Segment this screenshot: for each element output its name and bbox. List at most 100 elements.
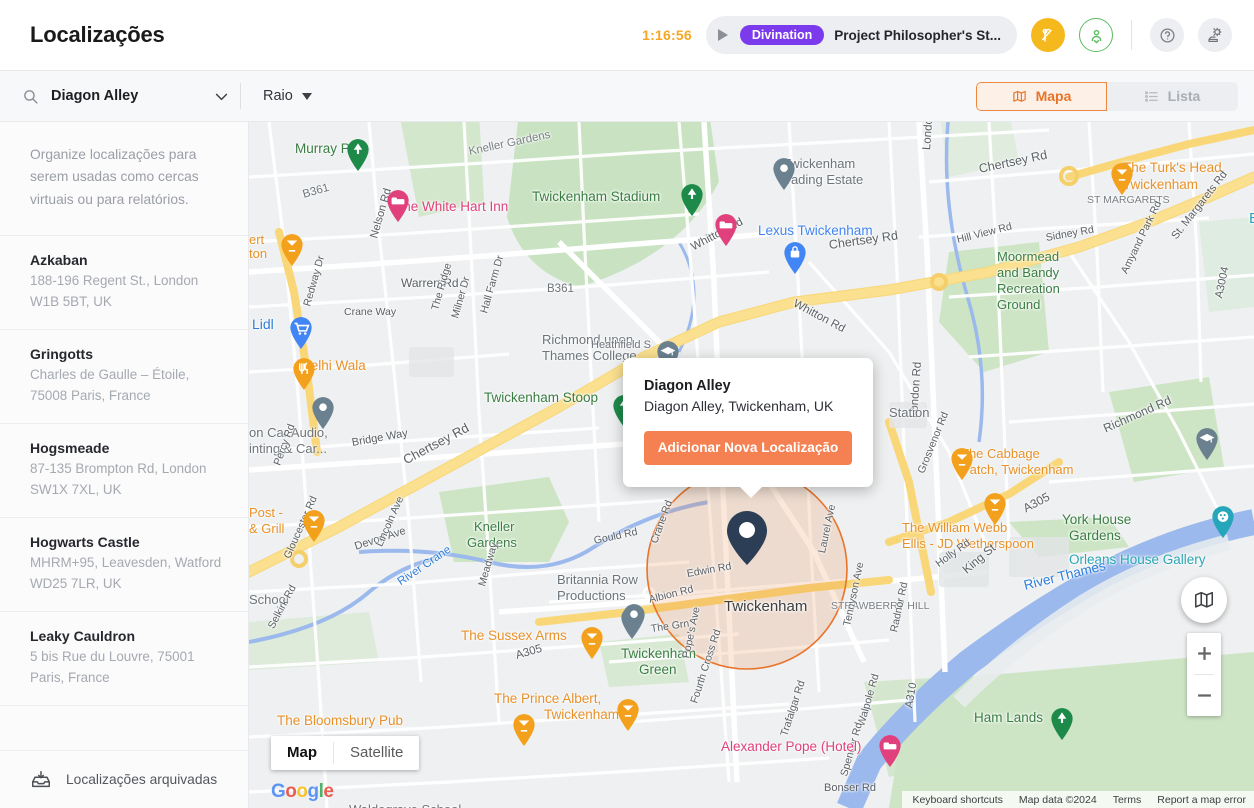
map-marker[interactable] — [1210, 505, 1236, 539]
zoom-out-button[interactable] — [1187, 675, 1221, 716]
map-pin-icon — [279, 233, 305, 267]
report-map-error-link[interactable]: Report a map error — [1157, 794, 1246, 806]
map-marker[interactable] — [877, 734, 903, 768]
keyboard-shortcuts-link[interactable]: Keyboard shortcuts — [912, 794, 1002, 806]
location-name: Hogsmeade — [30, 440, 228, 456]
page-title: Localizações — [30, 22, 165, 48]
radius-dropdown[interactable]: Raio — [263, 88, 312, 104]
zoom-in-button[interactable] — [1187, 633, 1221, 674]
sidebar-intro: Organize localizações para serem usadas … — [0, 122, 248, 236]
list-item[interactable]: Azkaban 188-196 Regent St., London W1B 5… — [0, 236, 248, 330]
location-name: Hogwarts Castle — [30, 534, 228, 550]
list-item[interactable]: Leaky Cauldron 5 bis Rue du Louvre, 7500… — [0, 612, 248, 706]
task-name-label: Project Philosopher's St... — [834, 28, 1001, 43]
search-value: Diagon Alley — [51, 88, 138, 104]
terms-link[interactable]: Terms — [1113, 794, 1142, 806]
map-pin-icon — [679, 183, 705, 217]
map-marker[interactable] — [511, 713, 537, 747]
map-pin-icon — [301, 509, 327, 543]
location-name: Azkaban — [30, 252, 228, 268]
location-name: Leaky Cauldron — [30, 628, 228, 644]
settings-icon[interactable] — [1198, 18, 1232, 52]
location-address: 188-196 Regent St., London W1B 5BT, UK — [30, 271, 228, 312]
map-marker[interactable] — [771, 157, 797, 191]
map-pin-icon — [982, 492, 1008, 526]
session-timer: 1:16:56 — [642, 27, 692, 43]
map-pin-icon — [782, 241, 808, 275]
map-pin-icon — [615, 698, 641, 732]
active-task-pill[interactable]: Divination Project Philosopher's St... — [706, 16, 1017, 54]
map-data-label: Map data ©2024 — [1019, 794, 1097, 806]
locations-sidebar: Organize localizações para serem usadas … — [0, 122, 249, 808]
map-pin-icon — [1194, 427, 1220, 461]
tab-list-view[interactable]: Lista — [1107, 82, 1238, 111]
add-new-location-button[interactable]: Adicionar Nova Localização — [644, 431, 852, 465]
tab-map-label: Mapa — [1036, 88, 1072, 104]
map-marker[interactable] — [301, 509, 327, 543]
list-item[interactable]: Gringotts Charles de Gaulle – Étoile, 75… — [0, 330, 248, 424]
location-popup: Diagon Alley Diagon Alley, Twickenham, U… — [623, 358, 873, 487]
map-fold-button[interactable] — [1181, 577, 1227, 623]
map-marker[interactable] — [982, 492, 1008, 526]
map-marker[interactable] — [1194, 427, 1220, 461]
minus-icon — [1196, 687, 1213, 704]
location-name: Gringotts — [30, 346, 228, 362]
map-marker[interactable] — [621, 603, 647, 637]
archived-locations-button[interactable]: Localizações arquivadas — [0, 750, 248, 808]
zoom-controls — [1187, 633, 1221, 716]
map-marker[interactable] — [310, 396, 336, 430]
map-marker[interactable] — [713, 213, 739, 247]
search-input[interactable]: Diagon Alley — [22, 88, 230, 105]
map-pin-icon — [723, 509, 771, 567]
map-pin-icon — [511, 713, 537, 747]
map-marker[interactable] — [679, 183, 705, 217]
location-address: 5 bis Rue du Louvre, 75001 Paris, France — [30, 647, 228, 688]
map-pin-icon — [385, 189, 411, 223]
play-icon[interactable] — [718, 29, 728, 41]
list-icon — [1144, 89, 1159, 104]
archive-inbox-icon — [30, 769, 52, 791]
map-attribution: Keyboard shortcuts Map data ©2024 Terms … — [902, 791, 1254, 808]
app-root: Localizações 1:16:56 Divination Project … — [0, 0, 1254, 808]
selected-location-marker[interactable] — [723, 509, 771, 572]
map-fold-icon — [1012, 89, 1027, 104]
tab-list-label: Lista — [1168, 88, 1201, 104]
radius-label: Raio — [263, 88, 293, 104]
map-marker[interactable] — [291, 357, 317, 391]
map-marker[interactable] — [949, 447, 975, 481]
list-empty-space — [0, 706, 248, 750]
map-marker[interactable] — [579, 626, 605, 660]
popup-title: Diagon Alley — [644, 378, 852, 394]
tab-map-view[interactable]: Mapa — [976, 82, 1107, 111]
user-check-icon[interactable] — [1079, 18, 1113, 52]
main-body: Organize localizações para serem usadas … — [0, 122, 1254, 808]
list-item[interactable]: Hogsmeade 87-135 Brompton Rd, London SW1… — [0, 424, 248, 518]
list-item[interactable]: Hogwarts Castle MHRM+95, Leavesden, Watf… — [0, 518, 248, 612]
task-category-badge: Divination — [740, 25, 824, 46]
map-type-satellite-button[interactable]: Satellite — [334, 736, 419, 770]
location-address: MHRM+95, Leavesden, Watford WD25 7LR, UK — [30, 553, 228, 594]
map-pin-icon — [621, 603, 647, 637]
map-marker[interactable] — [345, 138, 371, 172]
map-marker[interactable] — [288, 316, 314, 350]
locations-list: Azkaban 188-196 Regent St., London W1B 5… — [0, 236, 248, 750]
popup-address: Diagon Alley, Twickenham, UK — [644, 398, 852, 414]
help-circle-icon[interactable] — [1150, 18, 1184, 52]
google-logo: Google — [271, 781, 333, 803]
map-marker[interactable] — [279, 233, 305, 267]
chevron-down-icon[interactable] — [213, 88, 230, 105]
map-canvas[interactable]: Murray ParkKneller GardensTwickenham Sta… — [249, 122, 1254, 808]
map-marker[interactable] — [1109, 162, 1135, 196]
map-type-map-button[interactable]: Map — [271, 736, 333, 770]
toolbar: Diagon Alley Raio Mapa Lista — [0, 70, 1254, 122]
search-icon — [22, 88, 39, 105]
toolbar-divider — [240, 83, 241, 109]
sidebar-intro-text: Organize localizações para serem usadas … — [30, 144, 224, 211]
map-pin-icon — [713, 213, 739, 247]
map-marker[interactable] — [385, 189, 411, 223]
map-marker[interactable] — [615, 698, 641, 732]
map-marker[interactable] — [1049, 707, 1075, 741]
map-pin-icon — [1109, 162, 1135, 196]
activity-amber-icon[interactable] — [1031, 18, 1065, 52]
map-marker[interactable] — [782, 241, 808, 275]
